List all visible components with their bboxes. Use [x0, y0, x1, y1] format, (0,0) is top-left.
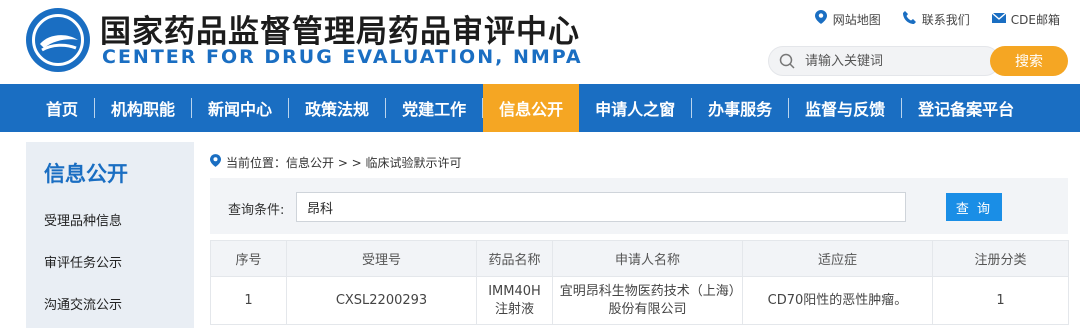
table-header-row: 序号 受理号 药品名称 申请人名称 适应症 注册分类	[210, 240, 1069, 277]
contact-link[interactable]: 联系我们	[903, 10, 970, 28]
search-input[interactable]	[805, 51, 985, 71]
nav-item-info-disclosure[interactable]: 信息公开	[483, 84, 580, 132]
phone-icon	[903, 10, 917, 28]
query-button[interactable]: 查 询	[946, 193, 1002, 221]
header-registration-class: 注册分类	[932, 240, 1069, 277]
mail-icon	[991, 11, 1007, 27]
nav-item-policy[interactable]: 政策法规	[289, 84, 385, 132]
cell-registration-class: 1	[932, 276, 1069, 325]
location-pin-icon	[814, 10, 828, 28]
nav-item-feedback[interactable]: 监督与反馈	[789, 84, 901, 132]
site-map-link[interactable]: 网站地图	[814, 10, 881, 28]
breadcrumb-text: 当前位置：信息公开 > > 临床试验默示许可	[226, 156, 462, 170]
cell-indication: CD70阳性的恶性肿瘤。	[742, 276, 933, 325]
site-header: 国家药品监督管理局药品审评中心 CENTER FOR DRUG EVALUATI…	[0, 0, 1080, 84]
location-pin-icon	[210, 154, 221, 171]
cde-mail-label: CDE邮箱	[1010, 12, 1060, 27]
query-label: 查询条件:	[228, 203, 285, 218]
cde-logo[interactable]	[26, 8, 90, 72]
sidebar-item-review-tasks[interactable]: 审评任务公示	[44, 252, 122, 271]
query-panel: 查询条件: 查 询	[210, 178, 1068, 234]
search-button[interactable]: 搜索	[990, 46, 1068, 76]
site-title-en: CENTER FOR DRUG EVALUATION, NMPA	[102, 46, 583, 68]
table-row: 1 CXSL2200293 IMM40H注射液 宜明昂科生物医药技术（上海）股份…	[210, 276, 1069, 325]
nav-item-party[interactable]: 党建工作	[386, 84, 482, 132]
header-acceptance-no: 受理号	[286, 240, 477, 277]
main-nav: 首页 机构职能 新闻中心 政策法规 党建工作 信息公开 申请人之窗 办事服务 监…	[0, 84, 1080, 132]
header-drug-name: 药品名称	[476, 240, 553, 277]
nav-item-news[interactable]: 新闻中心	[192, 84, 288, 132]
nav-item-functions[interactable]: 机构职能	[95, 84, 191, 132]
nav-item-services[interactable]: 办事服务	[692, 84, 788, 132]
sidebar: 信息公开 受理品种信息 审评任务公示 沟通交流公示	[26, 142, 194, 328]
site-title-cn: 国家药品监督管理局药品审评中心	[100, 14, 580, 50]
nav-item-registration[interactable]: 登记备案平台	[902, 84, 1030, 132]
results-table: 序号 受理号 药品名称 申请人名称 适应症 注册分类 1 CXSL2200293…	[210, 240, 1069, 325]
top-links: 网站地图 联系我们 CDE邮箱	[814, 10, 1060, 28]
contact-label: 联系我们	[921, 12, 970, 27]
cell-acceptance-no[interactable]: CXSL2200293	[286, 276, 477, 325]
search-box	[768, 46, 1000, 76]
site-map-label: 网站地图	[832, 12, 881, 27]
nav-item-home[interactable]: 首页	[30, 84, 94, 132]
header-applicant: 申请人名称	[552, 240, 743, 277]
search-icon	[779, 53, 795, 69]
cell-drug-name: IMM40H注射液	[476, 276, 553, 325]
breadcrumb: 当前位置：信息公开 > > 临床试验默示许可	[210, 154, 462, 171]
nav-item-applicant[interactable]: 申请人之窗	[579, 84, 691, 132]
sidebar-item-accepted-varieties[interactable]: 受理品种信息	[44, 210, 122, 229]
cell-index: 1	[210, 276, 287, 325]
header-index: 序号	[210, 240, 287, 277]
query-input[interactable]	[296, 192, 906, 222]
sidebar-title: 信息公开	[44, 162, 128, 186]
sidebar-item-communication[interactable]: 沟通交流公示	[44, 294, 122, 313]
cell-applicant: 宜明昂科生物医药技术（上海）股份有限公司	[552, 276, 743, 325]
header-indication: 适应症	[742, 240, 933, 277]
cde-mail-link[interactable]: CDE邮箱	[991, 10, 1060, 28]
